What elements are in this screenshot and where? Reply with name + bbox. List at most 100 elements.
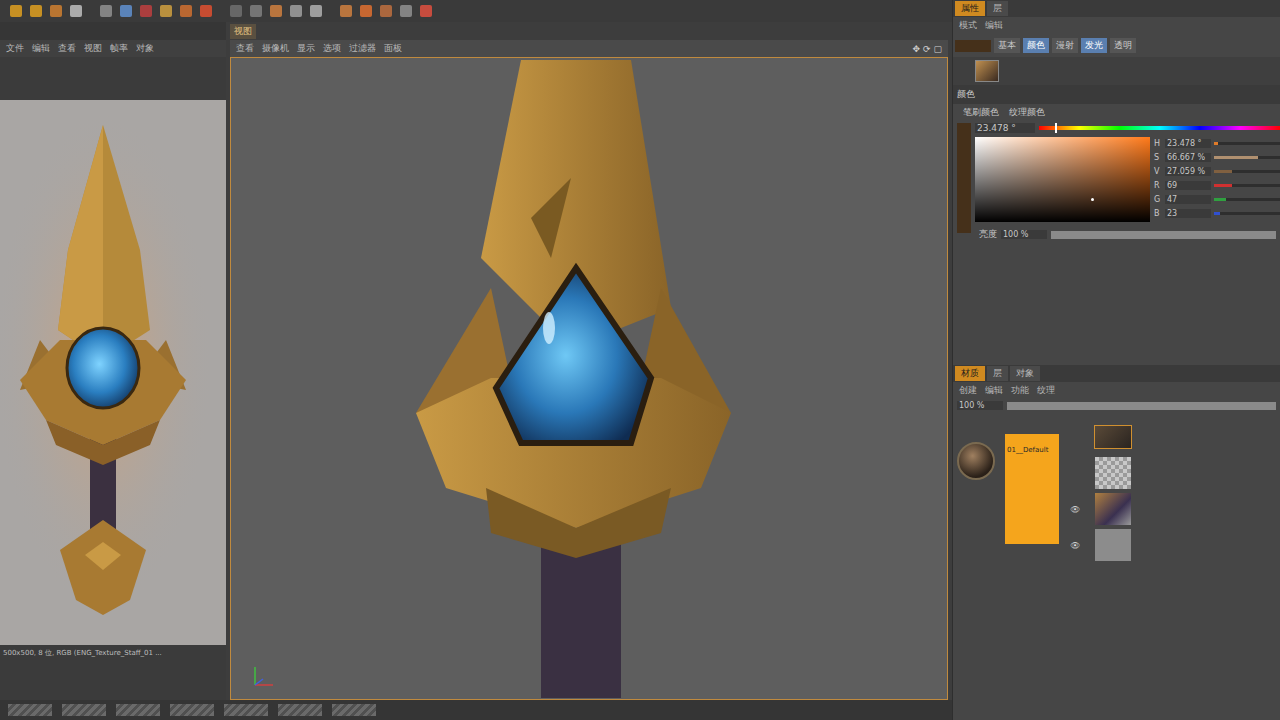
brush-preset-icon[interactable] xyxy=(116,704,160,716)
menu-item[interactable]: 编辑 xyxy=(985,19,1003,32)
tool-icon[interactable] xyxy=(378,3,394,19)
field-slider[interactable] xyxy=(1214,184,1280,187)
field-input[interactable]: 66.667 % xyxy=(1165,153,1211,162)
tool-icon[interactable] xyxy=(228,3,244,19)
brightness-slider[interactable] xyxy=(1051,231,1276,239)
rotate-icon[interactable]: ⟳ xyxy=(923,44,931,54)
menu-item[interactable]: 文件 xyxy=(6,42,24,55)
channel-row: 基本颜色漫射发光透明 xyxy=(953,34,1280,57)
field-input[interactable]: 47 xyxy=(1165,195,1211,204)
layer-row[interactable] xyxy=(1069,420,1131,454)
brush-preset-icon[interactable] xyxy=(62,704,106,716)
brush-preset-icon[interactable] xyxy=(170,704,214,716)
field-input[interactable]: 27.059 % xyxy=(1165,167,1211,176)
hue-slider[interactable] xyxy=(1039,126,1280,130)
staff-texture xyxy=(0,100,226,645)
menu-item[interactable]: 对象 xyxy=(136,42,154,55)
material-sphere-icon[interactable] xyxy=(957,442,995,480)
tool-icon[interactable] xyxy=(178,3,194,19)
move-icon[interactable]: ✥ xyxy=(912,44,920,54)
tab[interactable]: 层 xyxy=(987,366,1008,381)
tool-icon[interactable] xyxy=(68,3,84,19)
brush-preset-icon[interactable] xyxy=(278,704,322,716)
menu-item[interactable]: 摄像机 xyxy=(262,42,289,55)
menu-item[interactable]: 功能 xyxy=(1011,384,1029,397)
layer-menu: 创建编辑功能纹理 xyxy=(953,382,1280,399)
menu-item[interactable]: 编辑 xyxy=(985,384,1003,397)
opacity-slider[interactable] xyxy=(1007,402,1276,410)
tool-icon[interactable] xyxy=(308,3,324,19)
maximize-icon[interactable]: ▢ xyxy=(933,44,942,54)
tool-icon[interactable] xyxy=(338,3,354,19)
channel-button[interactable]: 基本 xyxy=(994,38,1020,53)
tool-icon[interactable] xyxy=(268,3,284,19)
menu-item[interactable]: 帧率 xyxy=(110,42,128,55)
channel-button[interactable]: 漫射 xyxy=(1052,38,1078,53)
layer-row[interactable] xyxy=(1069,456,1131,490)
saturation-value-field[interactable] xyxy=(975,137,1150,222)
picker-dot[interactable] xyxy=(1091,198,1094,201)
hue-value[interactable]: 23.478 ° xyxy=(975,123,1035,133)
attribute-tabs: 属性层 xyxy=(953,0,1280,17)
menu-item[interactable]: 选项 xyxy=(323,42,341,55)
field-slider[interactable] xyxy=(1214,156,1280,159)
menu-item[interactable]: 创建 xyxy=(959,384,977,397)
color-swatch[interactable] xyxy=(955,40,991,52)
tool-icon[interactable] xyxy=(198,3,214,19)
tab[interactable]: 对象 xyxy=(1010,366,1040,381)
viewport-tab[interactable]: 视图 xyxy=(230,24,256,39)
tool-icon[interactable] xyxy=(358,3,374,19)
tool-icon[interactable] xyxy=(98,3,114,19)
field-slider[interactable] xyxy=(1214,198,1280,201)
channel-button[interactable]: 发光 xyxy=(1081,38,1107,53)
tab[interactable]: 材质 xyxy=(955,366,985,381)
material-item[interactable]: 01__Default xyxy=(1005,434,1059,544)
field-slider[interactable] xyxy=(1214,142,1280,145)
tool-icon[interactable] xyxy=(118,3,134,19)
tool-icon[interactable] xyxy=(138,3,154,19)
brush-preset-icon[interactable] xyxy=(332,704,376,716)
layer-tabs: 材质层对象 xyxy=(953,365,1280,382)
color-field: S66.667 % xyxy=(1154,151,1280,163)
menu-item[interactable]: 面板 xyxy=(384,42,402,55)
tool-icon[interactable] xyxy=(158,3,174,19)
menu-item[interactable]: 查看 xyxy=(236,42,254,55)
tab[interactable]: 属性 xyxy=(955,1,985,16)
field-slider[interactable] xyxy=(1214,170,1280,173)
channel-button[interactable]: 透明 xyxy=(1110,38,1136,53)
layer-row[interactable]: 👁 xyxy=(1069,492,1131,526)
layer-panel: 材质层对象创建编辑功能纹理100 %01__Default👁👁 xyxy=(953,365,1280,720)
menu-item[interactable]: 模式 xyxy=(959,19,977,32)
option[interactable]: 纹理颜色 xyxy=(1009,106,1045,119)
menu-item[interactable]: 视图 xyxy=(84,42,102,55)
tool-icon[interactable] xyxy=(28,3,44,19)
field-input[interactable]: 69 xyxy=(1165,181,1211,190)
channel-button[interactable]: 颜色 xyxy=(1023,38,1049,53)
layer-row[interactable]: 👁 xyxy=(1069,528,1131,562)
tool-icon[interactable] xyxy=(418,3,434,19)
menu-item[interactable]: 编辑 xyxy=(32,42,50,55)
menu-item[interactable]: 过滤器 xyxy=(349,42,376,55)
tool-icon[interactable] xyxy=(248,3,264,19)
tool-icon[interactable] xyxy=(288,3,304,19)
section-title: 颜色 xyxy=(953,85,1280,104)
axis-icon xyxy=(251,663,277,689)
field-input[interactable]: 23.478 ° xyxy=(1165,139,1211,148)
tool-icon[interactable] xyxy=(48,3,64,19)
3d-view[interactable] xyxy=(230,57,948,700)
brush-preset-icon[interactable] xyxy=(8,704,52,716)
field-slider[interactable] xyxy=(1214,212,1280,215)
eye-icon[interactable]: 👁 xyxy=(1069,541,1081,550)
tool-icon[interactable] xyxy=(398,3,414,19)
field-input[interactable]: 23 xyxy=(1165,209,1211,218)
menu-item[interactable]: 显示 xyxy=(297,42,315,55)
option[interactable]: 笔刷颜色 xyxy=(963,106,999,119)
tab[interactable]: 层 xyxy=(987,1,1008,16)
brush-preset-icon[interactable] xyxy=(224,704,268,716)
menu-item[interactable]: 查看 xyxy=(58,42,76,55)
menu-item[interactable]: 纹理 xyxy=(1037,384,1055,397)
material-thumbnail[interactable] xyxy=(975,60,999,82)
view-controls: ✥⟳▢ xyxy=(912,44,942,54)
eye-icon[interactable]: 👁 xyxy=(1069,505,1081,514)
tool-icon[interactable] xyxy=(8,3,24,19)
